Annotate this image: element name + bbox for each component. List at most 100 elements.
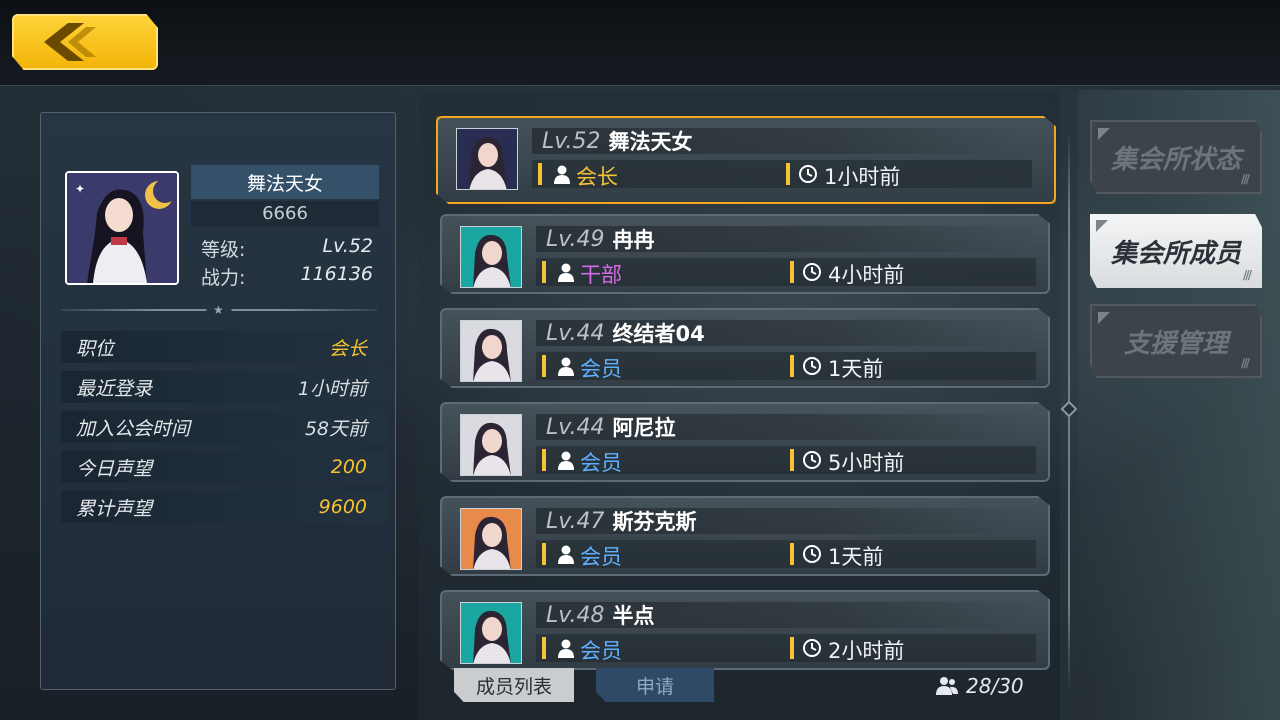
side-tab-members[interactable]: 集会所成员 ///: [1090, 214, 1262, 288]
yellow-marker: [790, 449, 794, 471]
clock-icon: [799, 165, 817, 183]
member-avatar: [456, 128, 518, 190]
person-icon: [558, 451, 574, 470]
member-count: 28/30: [936, 674, 1024, 698]
member-role: 会长: [576, 165, 618, 189]
yellow-marker: [786, 163, 790, 185]
info-label: 加入公会时间: [76, 417, 191, 440]
info-row-total-prestige: 累计声望 9600: [61, 491, 387, 523]
info-value: 58天前: [304, 417, 367, 440]
member-level: Lv.48: [546, 602, 605, 628]
member-header: Lv.44 阿尼拉: [536, 414, 1036, 440]
member-last-seen: 1小时前: [824, 165, 901, 189]
info-row-join-time: 加入公会时间 58天前: [61, 411, 387, 443]
member-details: 会员 2小时前: [536, 634, 1036, 663]
member-level: Lv.49: [546, 226, 605, 252]
star-icon: ★: [213, 303, 224, 317]
info-label: 今日声望: [76, 457, 153, 480]
side-tab-status[interactable]: 集会所状态 ///: [1090, 120, 1262, 194]
member-last-seen: 1天前: [828, 545, 884, 569]
profile-panel: ✦ 舞法天女 6666 等级: Lv.52 战力: 116136 ★ 职位 会长…: [40, 112, 396, 690]
people-icon: [936, 677, 958, 695]
member-details: 会员 1天前: [536, 540, 1036, 569]
member-name: 终结者04: [612, 322, 705, 346]
profile-level-row: 等级: Lv.52: [201, 235, 373, 262]
member-name: 阿尼拉: [612, 416, 676, 440]
member-last-seen: 5小时前: [828, 451, 905, 475]
profile-name: 舞法天女: [191, 165, 379, 199]
chevron-left-icon: [44, 23, 96, 61]
member-avatar: [460, 602, 522, 664]
member-last-seen: 4小时前: [828, 263, 905, 287]
info-value: 会长: [328, 337, 367, 360]
member-card[interactable]: Lv.47 斯芬克斯 会员 1天前: [440, 496, 1050, 576]
person-icon: [558, 263, 574, 282]
power-label: 战力:: [201, 267, 246, 289]
side-tab-support[interactable]: 支援管理 ///: [1090, 304, 1262, 378]
clock-icon: [803, 451, 821, 469]
info-value: 9600: [318, 496, 367, 518]
slash-ornament: ///: [1240, 356, 1250, 370]
side-tab-label: 集会所状态: [1110, 144, 1241, 175]
member-avatar: [460, 508, 522, 570]
yellow-marker: [542, 261, 546, 283]
profile-power-row: 战力: 116136: [201, 263, 373, 290]
member-header: Lv.47 斯芬克斯: [536, 508, 1036, 534]
member-name: 舞法天女: [608, 130, 693, 154]
info-value: 200: [330, 456, 367, 478]
clock-icon: [803, 545, 821, 563]
person-icon: [554, 165, 570, 184]
corner-ornament: [1098, 312, 1110, 324]
person-icon: [558, 357, 574, 376]
member-level: Lv.44: [546, 320, 605, 346]
profile-avatar: ✦: [65, 171, 179, 285]
tab-applications[interactable]: 申请: [596, 668, 714, 702]
info-row-today-prestige: 今日声望 200: [61, 451, 387, 483]
member-card[interactable]: Lv.48 半点 会员 2小时前: [440, 590, 1050, 670]
member-role: 干部: [580, 263, 622, 287]
corner-ornament: [1098, 128, 1110, 140]
yellow-marker: [790, 543, 794, 565]
member-card[interactable]: Lv.44 终结者04 会员 1天前: [440, 308, 1050, 388]
member-header: Lv.44 终结者04: [536, 320, 1036, 346]
member-level: Lv.52: [542, 128, 601, 154]
info-row-position: 职位 会长: [61, 331, 387, 363]
member-avatar: [460, 226, 522, 288]
person-icon: [558, 545, 574, 564]
svg-text:✦: ✦: [75, 182, 85, 196]
yellow-marker: [542, 355, 546, 377]
level-value: Lv.52: [322, 235, 374, 257]
power-value: 116136: [300, 263, 373, 285]
member-details: 会员 5小时前: [536, 446, 1036, 475]
member-header: Lv.49 冉冉: [536, 226, 1036, 252]
member-role: 会员: [580, 639, 622, 663]
member-count-value: 28/30: [966, 674, 1024, 698]
tab-member-list[interactable]: 成员列表: [454, 668, 574, 702]
info-label: 累计声望: [76, 497, 153, 520]
member-details: 会长 1小时前: [532, 160, 1032, 189]
info-row-last-login: 最近登录 1小时前: [61, 371, 387, 403]
yellow-marker: [538, 163, 542, 185]
corner-ornament: [1096, 220, 1108, 232]
info-value: 1小时前: [297, 377, 367, 400]
info-label: 最近登录: [76, 377, 153, 400]
member-role: 会员: [580, 545, 622, 569]
member-last-seen: 2小时前: [828, 639, 905, 663]
member-header: Lv.52 舞法天女: [532, 128, 1032, 154]
member-level: Lv.44: [546, 414, 605, 440]
back-button[interactable]: [12, 14, 158, 70]
member-role: 会员: [580, 451, 622, 475]
clock-icon: [803, 357, 821, 375]
member-details: 干部 4小时前: [536, 258, 1036, 287]
member-card[interactable]: Lv.52 舞法天女 会长 1小时前: [436, 116, 1056, 204]
yellow-marker: [790, 261, 794, 283]
member-name: 半点: [612, 604, 655, 628]
member-card[interactable]: Lv.49 冉冉 干部 4小时前: [440, 214, 1050, 294]
member-card[interactable]: Lv.44 阿尼拉 会员 5小时前: [440, 402, 1050, 482]
yellow-marker: [542, 449, 546, 471]
top-bar: [0, 0, 1280, 86]
profile-uid: 6666: [191, 201, 379, 227]
slash-ornament: ///: [1242, 268, 1252, 282]
member-name: 斯芬克斯: [612, 510, 697, 534]
yellow-marker: [542, 543, 546, 565]
